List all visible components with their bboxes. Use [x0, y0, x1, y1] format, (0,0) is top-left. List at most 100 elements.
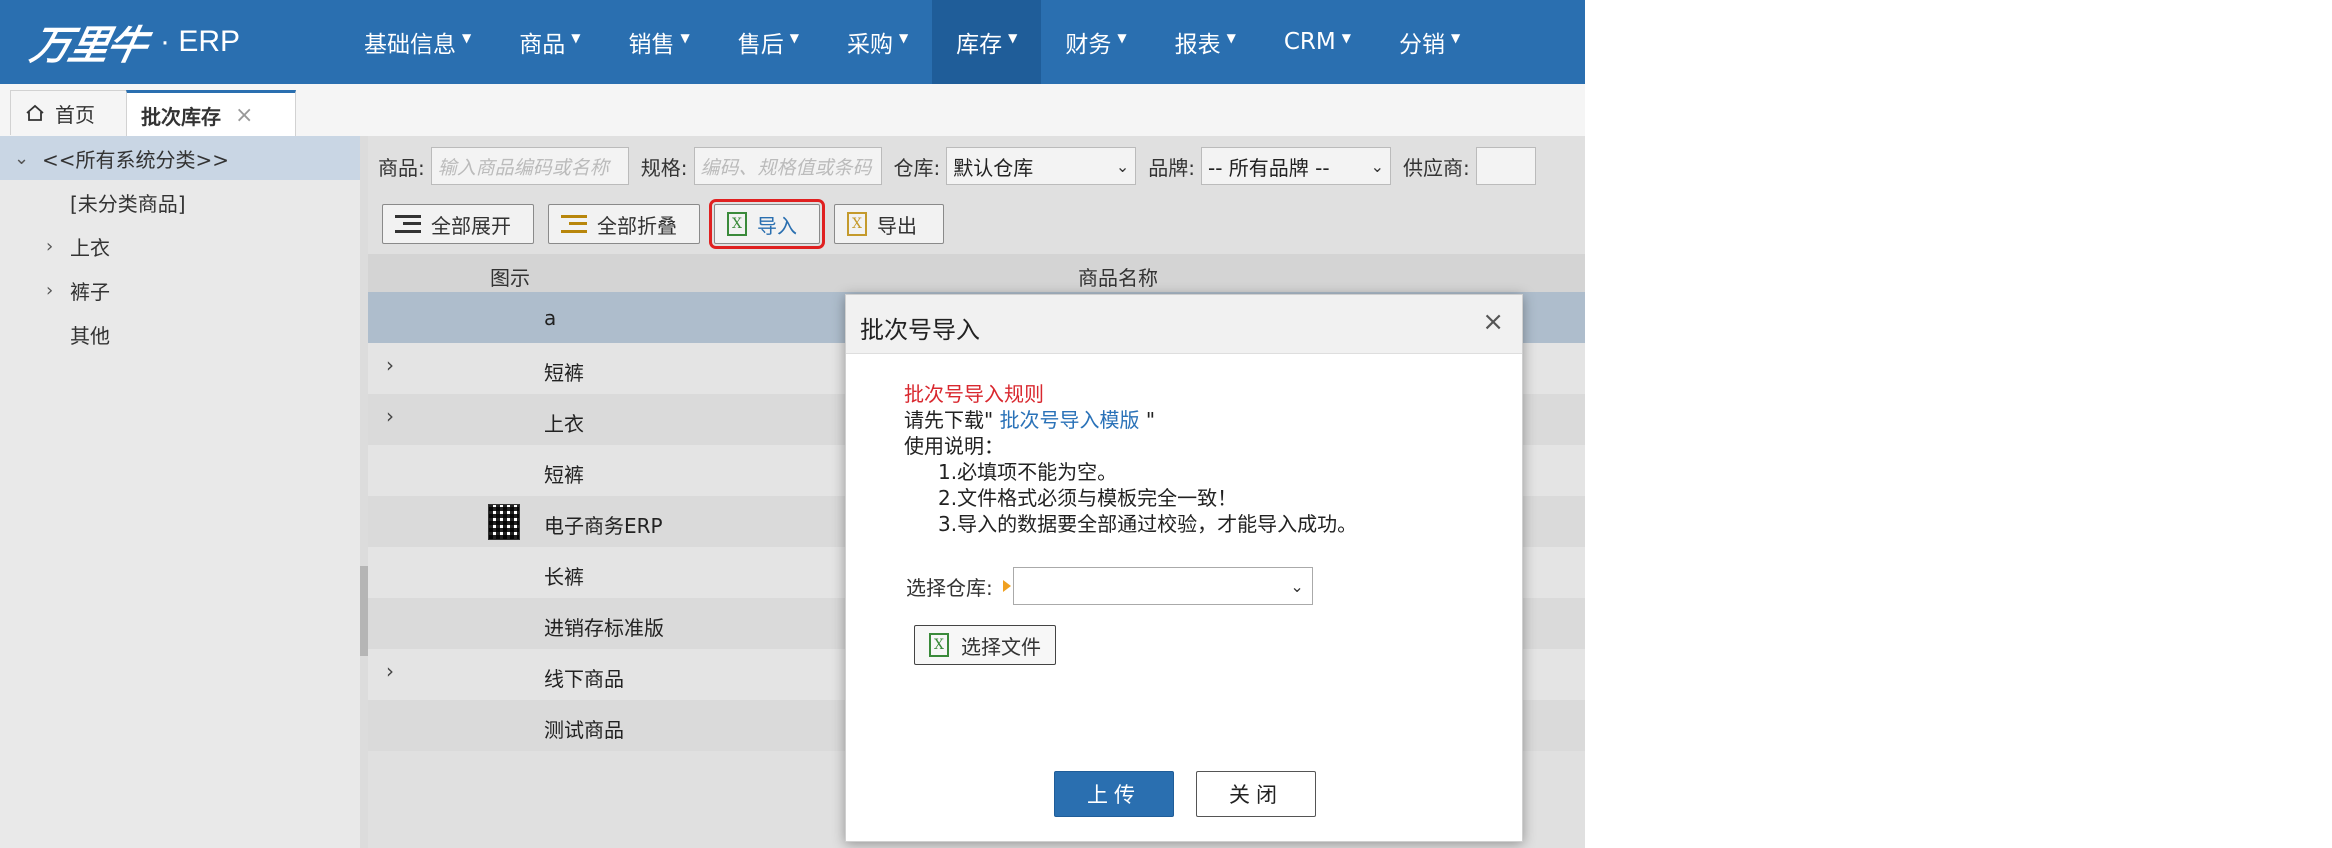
tree-item-pants[interactable]: › 裤子: [0, 268, 360, 312]
usage-rule: 1.必填项不能为空。: [938, 460, 1118, 484]
supplier-label: 供应商:: [1403, 155, 1470, 180]
toolbar: 全部展开 全部折叠 X 导入 X 导出: [382, 199, 944, 249]
nav-label: 库存: [956, 32, 1003, 58]
tree-root[interactable]: ⌄ <<所有系统分类>>: [0, 136, 360, 180]
expand-all-button[interactable]: 全部展开: [382, 204, 534, 244]
tab-batch-inventory[interactable]: 批次库存 ×: [126, 90, 296, 137]
export-button[interactable]: X 导出: [834, 204, 944, 244]
nav-finance[interactable]: 财务 ▼: [1041, 0, 1150, 84]
supplier-select[interactable]: [1475, 147, 1536, 185]
nav-sales[interactable]: 销售 ▼: [604, 0, 713, 84]
main-nav: 基础信息 ▼ 商品 ▼ 销售 ▼ 售后 ▼ 采购 ▼ 库存 ▼ 财务 ▼ 报表 ▼ CRM ▼ 分…: [340, 0, 1484, 84]
chevron-right-icon[interactable]: ›: [386, 404, 394, 428]
collapse-all-button[interactable]: 全部折叠: [548, 204, 700, 244]
filter-bar: 商品: 输入商品编码或名称 规格: 编码、规格值或条码 仓库: 默认仓库 ⌄ 品…: [368, 146, 1536, 186]
nav-label: 销售: [628, 32, 675, 58]
import-label: 导入: [757, 213, 797, 238]
tab-close-icon[interactable]: ×: [235, 103, 253, 128]
logo-text: · ERP: [160, 25, 241, 58]
usage-label: 使用说明：: [904, 434, 1004, 458]
sidebar-scrollbar[interactable]: [360, 136, 368, 848]
nav-label: 分销: [1399, 32, 1445, 58]
dialog-warehouse-select[interactable]: ⌄: [1012, 567, 1313, 605]
batch-import-dialog: 批次号导入 × 批次号导入规则 请先下载" 批次号导入模版 " 使用说明： 1.…: [845, 294, 1523, 842]
spec-search-input[interactable]: 编码、规格值或条码: [693, 147, 882, 185]
dialog-header: 批次号导入 ×: [846, 295, 1522, 354]
caret-down-icon: ▼: [789, 31, 799, 45]
logo-mark: 万里牛: [26, 22, 151, 69]
category-sidebar: ⌄ <<所有系统分类>> [未分类商品] › 上衣 › 裤子 其他: [0, 136, 360, 848]
row-name: 电子商务ERP: [544, 514, 663, 538]
chevron-right-icon[interactable]: ›: [46, 236, 66, 257]
tab-current-label: 批次库存: [141, 104, 221, 129]
nav-basic-info[interactable]: 基础信息 ▼: [340, 0, 495, 84]
nav-inventory[interactable]: 库存 ▼: [932, 0, 1042, 84]
tab-bar: 首页 批次库存 ×: [0, 84, 1585, 138]
caret-down-icon: ▼: [1008, 31, 1018, 45]
nav-label: 基础信息: [364, 32, 456, 58]
nav-products[interactable]: 商品 ▼: [495, 0, 604, 84]
tree-root-label: <<所有系统分类>>: [42, 147, 230, 172]
row-name: 短裤: [544, 463, 584, 487]
chevron-down-icon: ⌄: [1370, 156, 1384, 176]
brand-select[interactable]: -- 所有品牌 -- ⌄: [1201, 147, 1391, 185]
close-button[interactable]: 关闭: [1196, 771, 1316, 817]
chevron-right-icon[interactable]: ›: [386, 353, 394, 377]
nav-reports[interactable]: 报表 ▼: [1151, 0, 1260, 84]
usage-rule: 3.导入的数据要全部通过校验，才能导入成功。: [938, 512, 1358, 536]
warehouse-select[interactable]: 默认仓库 ⌄: [946, 147, 1137, 185]
product-search-input[interactable]: 输入商品编码或名称: [430, 147, 629, 185]
product-label: 商品:: [378, 155, 425, 180]
collapse-list-icon: [561, 215, 587, 233]
tab-home-label: 首页: [55, 102, 95, 127]
tree-item-uncategorized[interactable]: [未分类商品]: [0, 180, 360, 224]
tree-item-other[interactable]: 其他: [0, 312, 360, 356]
caret-down-icon: ▼: [680, 31, 690, 45]
excel-icon: X: [847, 212, 867, 236]
required-marker-icon: [1002, 580, 1011, 592]
nav-label: 商品: [519, 32, 566, 58]
chevron-right-icon[interactable]: ›: [386, 659, 394, 683]
tab-home[interactable]: 首页: [10, 90, 136, 135]
excel-icon: X: [929, 633, 949, 657]
row-name: 线下商品: [544, 667, 624, 691]
dialog-title: 批次号导入: [860, 316, 980, 344]
nav-distribution[interactable]: 分销 ▼: [1375, 0, 1484, 84]
nav-label: 售后: [737, 32, 784, 58]
template-download-link[interactable]: 批次号导入模版: [1000, 408, 1140, 432]
col-name-header[interactable]: 商品名称: [1078, 262, 1158, 291]
import-rule-title: 批次号导入规则: [904, 382, 1044, 406]
tree-item-label: [未分类商品]: [70, 191, 186, 216]
nav-label: 财务: [1065, 32, 1112, 58]
choose-file-button[interactable]: X 选择文件: [914, 625, 1056, 665]
nav-crm[interactable]: CRM ▼: [1260, 0, 1375, 84]
dialog-body: 批次号导入规则 请先下载" 批次号导入模版 " 使用说明： 1.必填项不能为空。…: [904, 381, 1357, 537]
caret-down-icon: ▼: [1226, 31, 1236, 45]
row-name: 上衣: [544, 412, 584, 436]
select-warehouse-label: 选择仓库:: [906, 575, 993, 600]
product-qr-thumbnail: [488, 504, 520, 540]
caret-down-icon: ▼: [1451, 31, 1461, 45]
import-button[interactable]: X 导入: [709, 199, 825, 249]
nav-after-sales[interactable]: 售后 ▼: [714, 0, 823, 84]
brand-value: -- 所有品牌 --: [1208, 155, 1330, 180]
caret-down-icon: ▼: [1117, 31, 1127, 45]
tree-item-tops[interactable]: › 上衣: [0, 224, 360, 268]
row-name: 短裤: [544, 361, 584, 385]
col-image-header[interactable]: 图示: [490, 262, 530, 291]
scrollbar-thumb[interactable]: [360, 566, 368, 656]
spec-label: 规格:: [640, 155, 688, 180]
upload-button[interactable]: 上传: [1054, 771, 1174, 817]
usage-rule: 2.文件格式必须与模板完全一致！: [938, 486, 1238, 510]
logo[interactable]: 万里牛 · ERP: [26, 14, 241, 70]
chevron-right-icon[interactable]: ›: [46, 280, 66, 301]
download-prefix: 请先下载": [904, 408, 994, 432]
brand-label: 品牌:: [1148, 155, 1195, 180]
expand-all-label: 全部展开: [431, 213, 511, 238]
chevron-down-icon: ⌄: [1290, 576, 1304, 596]
home-icon: [26, 104, 44, 121]
close-icon[interactable]: ×: [1482, 307, 1504, 337]
nav-purchase[interactable]: 采购 ▼: [823, 0, 932, 84]
app: 万里牛 · ERP 基础信息 ▼ 商品 ▼ 销售 ▼ 售后 ▼ 采购 ▼ 库存 ▼ 财务 ▼ …: [0, 0, 1585, 848]
chevron-down-icon[interactable]: ⌄: [14, 148, 34, 169]
